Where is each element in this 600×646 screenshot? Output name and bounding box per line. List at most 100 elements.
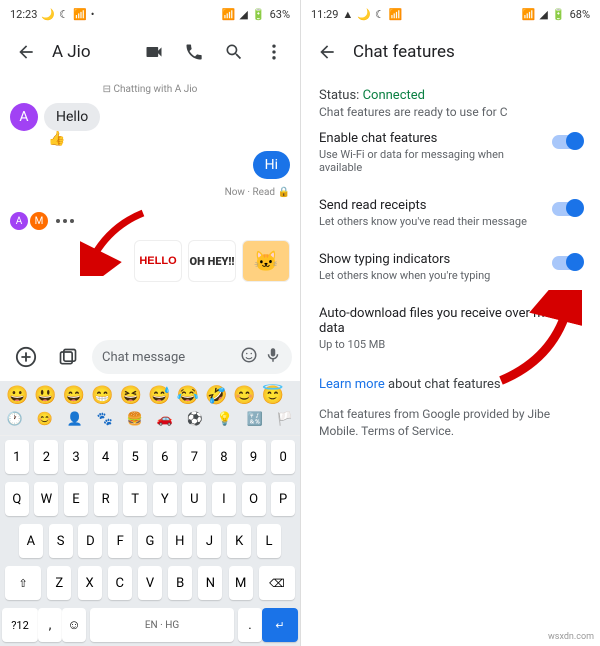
people-cat-icon[interactable]: 👤 <box>67 412 83 427</box>
outgoing-meta: Now · Read 🔒 <box>225 187 290 198</box>
shift-key[interactable]: ⇧ <box>5 566 41 600</box>
reaction[interactable]: 👍 <box>48 131 290 147</box>
emoji-suggestion[interactable]: 😃 <box>34 385 56 406</box>
emoji-key[interactable]: ☺ <box>62 608 86 642</box>
key-7[interactable]: 7 <box>182 440 206 474</box>
key-q[interactable]: Q <box>5 482 29 516</box>
key-h[interactable]: H <box>168 524 192 558</box>
keyboard-rows: 1234567890 QWERTYUIOP ASDFGHJKL ⇧ZXCVBNM… <box>0 436 300 646</box>
emoji-suggestion[interactable]: 😂 <box>177 385 199 406</box>
symbols-key[interactable]: ?12 <box>2 608 38 642</box>
period-key[interactable]: . <box>238 608 262 642</box>
clock-icon[interactable]: 🕐 <box>7 412 23 427</box>
toggle-switch[interactable] <box>552 135 582 149</box>
status-sub: Chat features are ready to use for C <box>319 105 582 119</box>
emoji-suggestion[interactable]: 😆 <box>120 385 142 406</box>
toggle-switch[interactable] <box>552 256 582 270</box>
emoji-suggestion[interactable]: 😁 <box>91 385 113 406</box>
key-p[interactable]: P <box>271 482 295 516</box>
outgoing-bubble[interactable]: Hi <box>253 151 290 179</box>
key-1[interactable]: 1 <box>5 440 29 474</box>
key-0[interactable]: 0 <box>271 440 295 474</box>
key-l[interactable]: L <box>257 524 281 558</box>
key-i[interactable]: I <box>212 482 236 516</box>
emoji-suggestion[interactable]: 😊 <box>233 385 255 406</box>
key-c[interactable]: C <box>108 566 132 600</box>
key-k[interactable]: K <box>227 524 251 558</box>
setting-row[interactable]: Show typing indicatorsLet others know wh… <box>319 240 582 294</box>
key-6[interactable]: 6 <box>153 440 177 474</box>
key-5[interactable]: 5 <box>123 440 147 474</box>
key-n[interactable]: N <box>198 566 222 600</box>
keyboard[interactable]: 😀 😃 😄 😁 😆 😅 😂 🤣 😊 😇 🕐 😊 👤 🐾 🍔 🚗 ⚽ 💡 🔣 🏳️ 12345678… <box>0 381 300 646</box>
travel-cat-icon[interactable]: 🚗 <box>157 412 173 427</box>
key-y[interactable]: Y <box>153 482 177 516</box>
space-key[interactable]: EN · HG <box>90 608 234 642</box>
key-t[interactable]: T <box>123 482 147 516</box>
emoji-suggestion[interactable]: 😀 <box>6 385 28 406</box>
sticker-cat[interactable]: 🐱 <box>242 240 290 282</box>
symbols-cat-icon[interactable]: 🔣 <box>247 412 263 427</box>
key-3[interactable]: 3 <box>64 440 88 474</box>
key-j[interactable]: J <box>197 524 221 558</box>
key-o[interactable]: O <box>242 482 266 516</box>
emoji-suggestion[interactable]: 😄 <box>63 385 85 406</box>
gallery-button[interactable] <box>50 339 86 375</box>
key-g[interactable]: G <box>138 524 162 558</box>
key-f[interactable]: F <box>108 524 132 558</box>
setting-row[interactable]: Enable chat featuresUse Wi-Fi or data fo… <box>319 119 582 186</box>
key-8[interactable]: 8 <box>212 440 236 474</box>
search-button[interactable] <box>216 34 252 70</box>
key-a[interactable]: A <box>19 524 43 558</box>
food-cat-icon[interactable]: 🍔 <box>127 412 143 427</box>
key-9[interactable]: 9 <box>242 440 266 474</box>
learn-more-tail: about chat features <box>385 377 501 392</box>
nature-cat-icon[interactable]: 🐾 <box>97 412 113 427</box>
comma-key[interactable]: , <box>38 608 62 642</box>
emoji-suggestion[interactable]: 😅 <box>148 385 170 406</box>
setting-subtitle: Use Wi-Fi or data for messaging when ava… <box>319 148 544 174</box>
sticker-hey[interactable]: OH HEY‼ <box>188 240 236 282</box>
setting-row[interactable]: Auto-download files you receive over mob… <box>319 294 582 363</box>
learn-more-row[interactable]: Learn more about chat features <box>319 377 582 392</box>
key-u[interactable]: U <box>182 482 206 516</box>
key-r[interactable]: R <box>94 482 118 516</box>
keyboard-categories[interactable]: 🕐 😊 👤 🐾 🍔 🚗 ⚽ 💡 🔣 🏳️ <box>0 410 300 431</box>
objects-cat-icon[interactable]: 💡 <box>217 412 233 427</box>
enter-key[interactable]: ↵ <box>262 608 298 642</box>
setting-row[interactable]: Send read receiptsLet others know you've… <box>319 186 582 240</box>
toggle-switch[interactable] <box>552 202 582 216</box>
key-4[interactable]: 4 <box>94 440 118 474</box>
mic-button[interactable] <box>264 346 282 368</box>
backspace-key[interactable]: ⌫ <box>259 566 295 600</box>
sticker-hello[interactable]: HELLO <box>134 240 182 282</box>
incoming-bubble[interactable]: Hello <box>44 103 100 131</box>
video-call-button[interactable] <box>136 34 172 70</box>
key-d[interactable]: D <box>78 524 102 558</box>
flags-cat-icon[interactable]: 🏳️ <box>277 412 293 427</box>
key-w[interactable]: W <box>34 482 58 516</box>
key-x[interactable]: X <box>78 566 102 600</box>
back-button[interactable] <box>8 34 44 70</box>
status-bar: 11:29 ▲ 🌙 ☾ 📶 📶 ◢ 🔋 68% <box>301 0 600 28</box>
key-b[interactable]: B <box>168 566 192 600</box>
learn-more-link[interactable]: Learn more <box>319 377 385 392</box>
key-s[interactable]: S <box>49 524 73 558</box>
key-e[interactable]: E <box>64 482 88 516</box>
add-button[interactable] <box>8 339 44 375</box>
back-button[interactable] <box>309 34 345 70</box>
key-v[interactable]: V <box>138 566 162 600</box>
setting-title: Send read receipts <box>319 198 544 213</box>
emoji-suggestion[interactable]: 😇 <box>262 385 284 406</box>
activity-cat-icon[interactable]: ⚽ <box>187 412 203 427</box>
key-z[interactable]: Z <box>47 566 71 600</box>
smiley-cat-icon[interactable]: 😊 <box>37 412 53 427</box>
avatar-a[interactable]: A <box>10 103 38 131</box>
key-m[interactable]: M <box>229 566 253 600</box>
menu-button[interactable] <box>256 34 292 70</box>
emoji-button[interactable] <box>240 346 258 368</box>
emoji-suggestion[interactable]: 🤣 <box>205 385 227 406</box>
key-2[interactable]: 2 <box>34 440 58 474</box>
voice-call-button[interactable] <box>176 34 212 70</box>
message-input[interactable]: Chat message <box>92 340 292 374</box>
